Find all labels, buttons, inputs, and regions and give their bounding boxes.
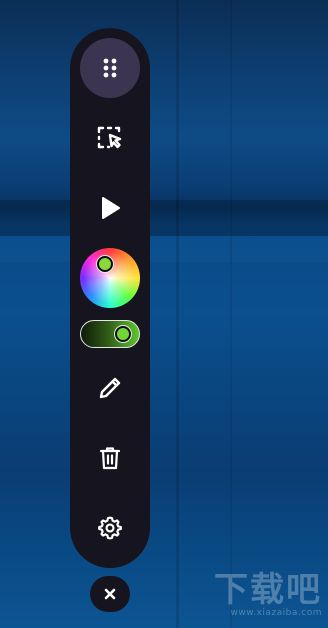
select-tool-button[interactable] [80,108,140,168]
trash-icon [99,447,121,470]
desktop-divider [230,0,232,628]
gear-icon [98,516,122,540]
watermark: 下载吧 www.xiazaiba.com [214,572,322,618]
toggle-knob [115,326,131,342]
drag-handle-button[interactable] [80,38,140,98]
desktop-divider [176,0,179,628]
toggle-switch[interactable] [80,320,140,348]
grip-icon [103,58,117,78]
delete-button[interactable] [80,428,140,488]
color-picker-button[interactable] [80,248,140,308]
desktop-band-light [0,236,328,262]
watermark-url: www.xiazaiba.com [230,608,322,618]
desktop-band [0,200,328,236]
select-cursor-icon [97,126,122,149]
play-button[interactable] [80,178,140,238]
floating-toolbar [70,28,150,568]
settings-button[interactable] [80,498,140,558]
color-selector-knob[interactable] [97,256,113,272]
close-toolbar-button[interactable] [90,576,130,612]
watermark-logo-text: 下载吧 [214,570,322,610]
pencil-icon [99,377,121,399]
close-icon [104,588,116,600]
play-icon [102,197,120,219]
color-wheel-icon [80,248,140,308]
pen-tool-button[interactable] [80,358,140,418]
